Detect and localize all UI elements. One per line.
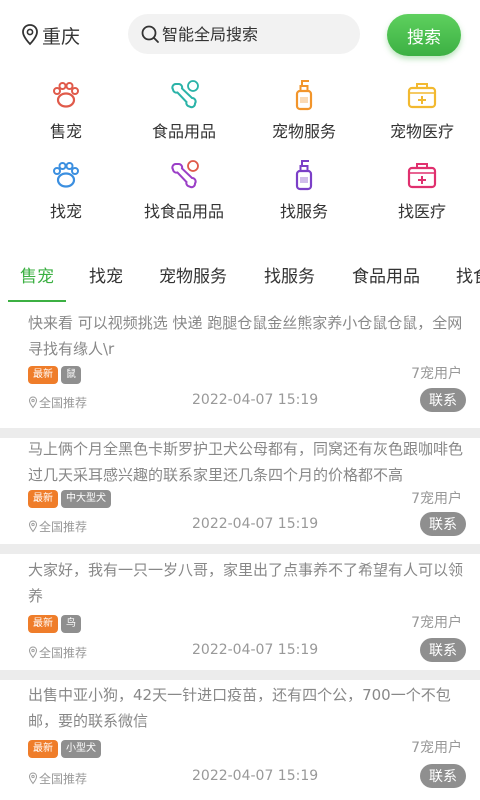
post-text: 大家好，我有一只一岁八哥，家里出了点事养不了希望有人可以领养 bbox=[28, 561, 464, 605]
top-bar: 重庆 搜索 bbox=[0, 0, 480, 70]
post-tags: 最新 中大型犬 bbox=[28, 490, 111, 508]
contact-button[interactable]: 联系 bbox=[420, 638, 466, 662]
category-label: 找服务 bbox=[279, 202, 328, 221]
divider bbox=[0, 670, 480, 680]
new-badge: 最新 bbox=[28, 490, 58, 508]
post-tags: 最新 鼠 bbox=[28, 366, 81, 384]
region-text: 全国推荐 bbox=[39, 646, 88, 660]
post-tags: 最新 小型犬 bbox=[28, 740, 101, 758]
post-time: 2022-04-07 15:19 bbox=[192, 516, 319, 532]
location-selector[interactable]: 重庆 bbox=[20, 20, 80, 50]
region-label: 全国推荐 bbox=[28, 394, 87, 411]
active-tab-indicator bbox=[8, 300, 66, 302]
category-find-service[interactable]: 找服务 bbox=[244, 154, 364, 234]
post-time: 2022-04-07 15:19 bbox=[192, 768, 319, 784]
bone-icon bbox=[171, 160, 199, 189]
contact-button[interactable]: 联系 bbox=[420, 388, 466, 412]
location-pin-icon bbox=[28, 520, 38, 533]
search-icon bbox=[141, 25, 159, 43]
post-card[interactable]: 快来看 可以视频挑选 快递 跑腿仓鼠金丝熊家养小仓鼠仓鼠，全网寻找有缘人\r 最… bbox=[0, 304, 480, 428]
category-badge: 鼠 bbox=[61, 366, 81, 384]
region-text: 全国推荐 bbox=[39, 396, 88, 410]
tab-food-supplies[interactable]: 食品用品 bbox=[352, 262, 420, 287]
region-label: 全国推荐 bbox=[28, 770, 87, 787]
location-pin-icon bbox=[28, 646, 38, 659]
contact-button[interactable]: 联系 bbox=[420, 764, 466, 788]
divider bbox=[0, 544, 480, 554]
category-grid: 售宠 食品用品 宠物服务 宠物医疗 找宠 找食品用品 找服务 找医疗 bbox=[0, 74, 480, 234]
new-badge: 最新 bbox=[28, 615, 58, 633]
category-label: 食品用品 bbox=[151, 122, 216, 141]
region-text: 全国推荐 bbox=[39, 772, 88, 786]
user-label: 7宠用户 bbox=[411, 491, 462, 507]
tab-find-pet[interactable]: 找宠 bbox=[89, 262, 123, 287]
post-card[interactable]: 出售中亚小狗，42天一针进口疫苗，还有四个公，700一个不包邮，要的联系微信 最… bbox=[0, 680, 480, 800]
search-bar[interactable] bbox=[128, 14, 360, 54]
search-input[interactable] bbox=[162, 24, 352, 44]
post-text: 马上俩个月全黑色卡斯罗护卫犬公母都有，同窝还有灰色跟咖啡色过几天采耳感兴趣的联系… bbox=[28, 440, 464, 484]
location-pin-icon bbox=[28, 772, 38, 785]
post-card[interactable]: 大家好，我有一只一岁八哥，家里出了点事养不了希望有人可以领养 最新 鸟 7宠用户… bbox=[0, 554, 480, 670]
region-label: 全国推荐 bbox=[28, 518, 87, 535]
paw-icon bbox=[53, 82, 79, 108]
post-card[interactable]: 马上俩个月全黑色卡斯罗护卫犬公母都有，同窝还有灰色跟咖啡色过几天采耳感兴趣的联系… bbox=[0, 438, 480, 550]
post-text: 出售中亚小狗，42天一针进口疫苗，还有四个公，700一个不包邮，要的联系微信 bbox=[28, 686, 451, 730]
region-text: 全国推荐 bbox=[39, 520, 88, 534]
category-label: 宠物服务 bbox=[271, 122, 336, 141]
medical-kit-icon bbox=[407, 163, 437, 189]
contact-button[interactable]: 联系 bbox=[420, 512, 466, 536]
user-label: 7宠用户 bbox=[411, 615, 462, 631]
location-pin-icon bbox=[22, 24, 38, 46]
tab-find-service[interactable]: 找服务 bbox=[264, 262, 315, 287]
category-label: 宠物医疗 bbox=[389, 122, 454, 141]
category-pet-medical[interactable]: 宠物医疗 bbox=[362, 74, 480, 154]
city-label: 重庆 bbox=[42, 25, 81, 48]
post-time: 2022-04-07 15:19 bbox=[192, 392, 319, 408]
category-find-pet[interactable]: 找宠 bbox=[6, 154, 126, 234]
paw-icon bbox=[53, 162, 79, 188]
category-badge: 小型犬 bbox=[61, 740, 101, 758]
tab-bar: 售宠 找宠 宠物服务 找服务 食品用品 找食 bbox=[0, 252, 480, 304]
category-label: 售宠 bbox=[49, 122, 82, 141]
lotion-bottle-icon bbox=[295, 80, 313, 111]
user-label: 7宠用户 bbox=[411, 366, 462, 382]
category-label: 找宠 bbox=[49, 202, 82, 221]
new-badge: 最新 bbox=[28, 366, 58, 384]
category-find-food-supplies[interactable]: 找食品用品 bbox=[124, 154, 244, 234]
bone-icon bbox=[171, 80, 199, 109]
new-badge: 最新 bbox=[28, 740, 58, 758]
post-tags: 最新 鸟 bbox=[28, 615, 81, 633]
category-label: 找医疗 bbox=[397, 202, 446, 221]
category-sell-pet[interactable]: 售宠 bbox=[6, 74, 126, 154]
region-label: 全国推荐 bbox=[28, 644, 87, 661]
category-label: 找食品用品 bbox=[143, 202, 224, 221]
category-badge: 鸟 bbox=[61, 615, 81, 633]
post-time: 2022-04-07 15:19 bbox=[192, 642, 319, 658]
category-food-supplies[interactable]: 食品用品 bbox=[124, 74, 244, 154]
tab-sell-pet[interactable]: 售宠 bbox=[20, 262, 54, 287]
location-pin-icon bbox=[28, 396, 38, 409]
post-text: 快来看 可以视频挑选 快递 跑腿仓鼠金丝熊家养小仓鼠仓鼠，全网寻找有缘人\r bbox=[28, 314, 463, 358]
category-badge: 中大型犬 bbox=[61, 490, 111, 508]
search-button[interactable]: 搜索 bbox=[387, 14, 461, 56]
lotion-bottle-icon bbox=[295, 160, 313, 191]
tab-pet-service[interactable]: 宠物服务 bbox=[159, 262, 227, 287]
medical-kit-icon bbox=[407, 83, 437, 109]
category-find-medical[interactable]: 找医疗 bbox=[362, 154, 480, 234]
tab-find-food[interactable]: 找食 bbox=[456, 262, 480, 287]
user-label: 7宠用户 bbox=[411, 740, 462, 756]
category-pet-service[interactable]: 宠物服务 bbox=[244, 74, 364, 154]
